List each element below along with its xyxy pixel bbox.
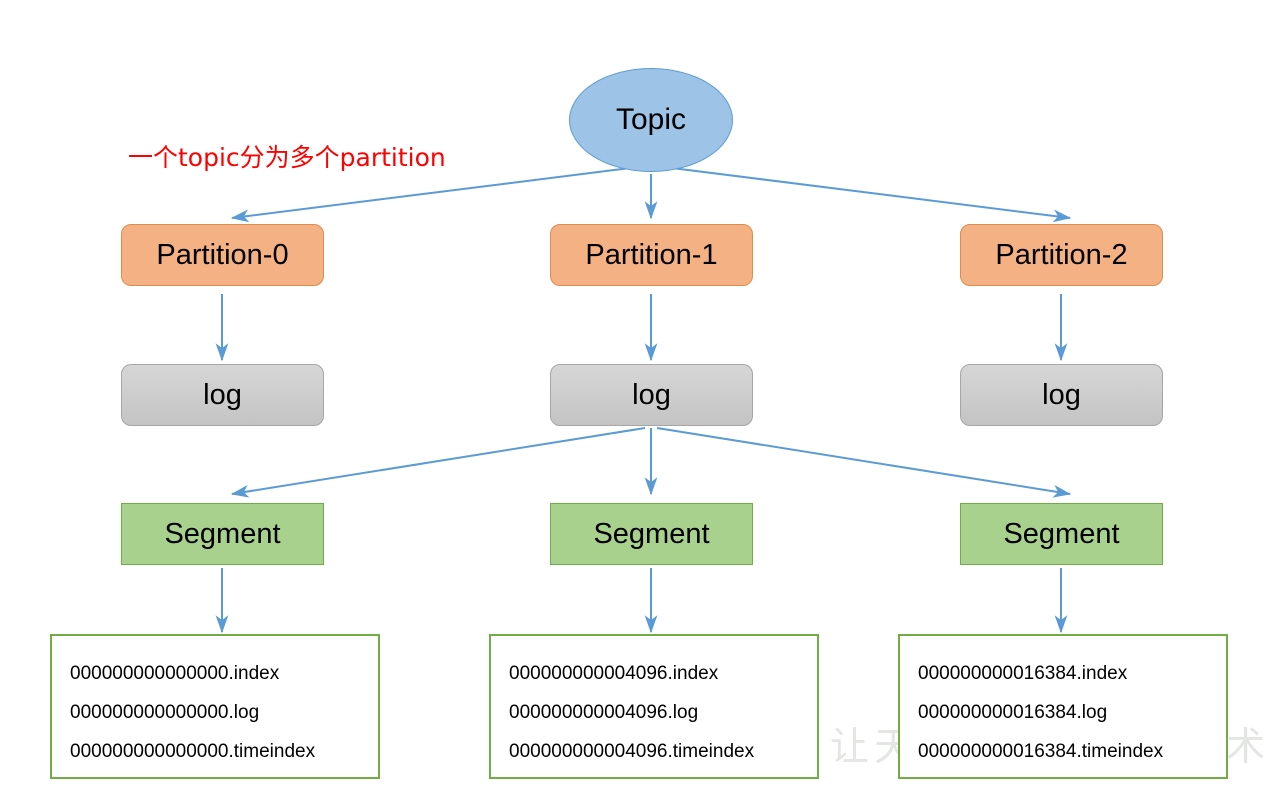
file-line: 000000000016384.index	[918, 663, 1128, 684]
segment-node-1[interactable]: Segment	[550, 503, 753, 565]
arrow-topic-to-partition-2	[671, 167, 1072, 223]
partition-label-1: Partition-1	[585, 238, 718, 271]
arrow-log-to-segment-0	[230, 427, 646, 498]
file-listing-box-2: 000000000016384.index 000000000016384.lo…	[898, 634, 1228, 779]
file-line: 000000000016384.timeindex	[918, 741, 1164, 762]
diagram-canvas: 让天下没有难学的技术	[0, 0, 1280, 798]
file-line: 000000000000000.index	[70, 663, 280, 684]
file-line: 000000000004096.log	[509, 702, 699, 723]
segment-node-0[interactable]: Segment	[121, 503, 324, 565]
log-label-2: log	[1042, 378, 1081, 411]
segment-label-2: Segment	[1003, 517, 1120, 550]
arrow-log-to-segment-2	[656, 427, 1072, 498]
log-node-0[interactable]: log	[121, 364, 324, 426]
file-line: 000000000004096.timeindex	[509, 741, 755, 762]
log-node-2[interactable]: log	[960, 364, 1163, 426]
topic-node[interactable]: Topic	[569, 68, 733, 172]
partition-node-2[interactable]: Partition-2	[960, 224, 1163, 286]
segment-label-0: Segment	[164, 517, 281, 550]
file-line: 000000000000000.timeindex	[70, 741, 316, 762]
file-line: 000000000004096.index	[509, 663, 719, 684]
file-listing-box-1: 000000000004096.index 000000000004096.lo…	[489, 634, 819, 779]
file-line: 000000000000000.log	[70, 702, 260, 723]
arrow-topic-to-partition-0	[230, 167, 631, 223]
segment-node-2[interactable]: Segment	[960, 503, 1163, 565]
log-label-1: log	[632, 378, 671, 411]
partition-label-0: Partition-0	[156, 238, 289, 271]
partition-node-0[interactable]: Partition-0	[121, 224, 324, 286]
file-line: 000000000016384.log	[918, 702, 1108, 723]
file-listing-box-0: 000000000000000.index 000000000000000.lo…	[50, 634, 380, 779]
annotation-text: 一个topic分为多个partition	[128, 143, 446, 172]
partition-node-1[interactable]: Partition-1	[550, 224, 753, 286]
log-node-1[interactable]: log	[550, 364, 753, 426]
log-label-0: log	[203, 378, 242, 411]
segment-label-1: Segment	[593, 517, 710, 550]
partition-label-2: Partition-2	[995, 238, 1128, 271]
topic-label: Topic	[615, 103, 687, 136]
